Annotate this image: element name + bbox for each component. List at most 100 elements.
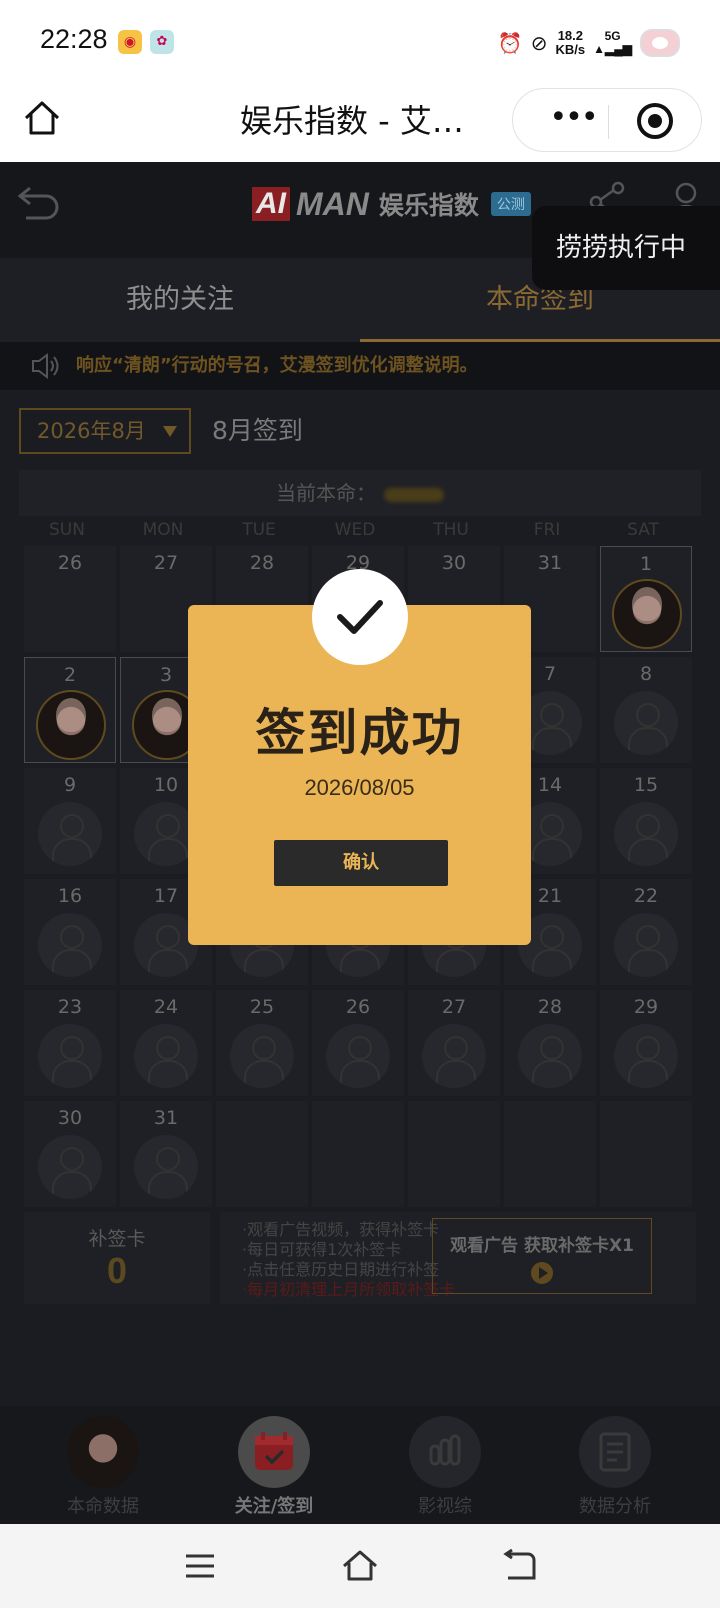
app-logo: AI MAN 娱乐指数 公测: [252, 182, 531, 226]
avatar-placeholder-icon: [230, 1024, 294, 1088]
tabbar-label: 数据分析: [579, 1496, 651, 1517]
status-time: 22:28: [40, 24, 108, 54]
avatar-placeholder-icon: [38, 913, 102, 977]
calendar-day-cell: [600, 1101, 692, 1207]
avatar-placeholder-icon: [38, 1135, 102, 1199]
avatar-placeholder-icon: [134, 1024, 198, 1088]
back-icon[interactable]: [16, 182, 60, 226]
rules-list: ·观看广告视频，获得补签卡 ·每日可获得1次补签卡 ·点击任意历史日期进行补签 …: [242, 1220, 455, 1300]
rule-item: ·点击任意历史日期进行补签: [242, 1260, 440, 1279]
day-number: 1: [639, 553, 653, 575]
idol-avatar: [36, 690, 106, 760]
calendar-day-cell[interactable]: 23: [24, 990, 116, 1096]
day-number: 26: [345, 996, 371, 1018]
calendar-day-cell[interactable]: 29: [600, 990, 692, 1096]
tabbar-film-variety[interactable]: 影视综: [360, 1406, 530, 1524]
avatar-placeholder-icon: [518, 1024, 582, 1088]
calendar-day-cell[interactable]: 28: [504, 990, 596, 1096]
more-menu-icon[interactable]: •••: [543, 103, 603, 139]
calendar-day-cell[interactable]: 22: [600, 879, 692, 985]
app-content: AI MAN 娱乐指数 公测 捞捞执行中 我的关注 本命签到 响应“清朗”行动的…: [0, 162, 720, 1524]
play-icon: [531, 1262, 553, 1284]
calendar-day-cell[interactable]: 31: [120, 1101, 212, 1207]
capsule-divider: [608, 105, 609, 139]
system-nav-bar: [0, 1524, 720, 1608]
back-nav-icon[interactable]: [500, 1546, 540, 1586]
bottom-tab-bar: 本命数据 关注/签到 影视综 数据分析: [0, 1406, 720, 1524]
month-select-value: 2026年8月: [37, 419, 146, 443]
tabbar-label: 关注/签到: [234, 1496, 314, 1517]
idol-avatar: [612, 579, 682, 649]
tab-following[interactable]: 我的关注: [0, 258, 360, 342]
calendar-day-cell[interactable]: 27: [408, 990, 500, 1096]
calendar-day-cell[interactable]: 30: [24, 1101, 116, 1207]
calendar-day-cell[interactable]: 24: [120, 990, 212, 1096]
makeup-card-title: 补签卡: [88, 1228, 146, 1250]
calendar-day-cell[interactable]: 2: [24, 657, 116, 763]
idol-avatar-icon: [67, 1416, 139, 1488]
weekday-label: WED: [334, 520, 376, 540]
calendar-day-cell[interactable]: 9: [24, 768, 116, 874]
day-number: 15: [633, 774, 659, 796]
watch-ad-button[interactable]: 观看广告 获取补签卡X1: [432, 1218, 652, 1294]
weekday-label: THU: [433, 520, 469, 540]
logo-text: 娱乐指数: [378, 191, 479, 220]
day-number: 31: [153, 1107, 179, 1129]
document-icon: [579, 1416, 651, 1488]
makeup-card-count: 0: [106, 1250, 128, 1291]
day-number: 22: [633, 885, 659, 907]
day-number: 28: [537, 996, 563, 1018]
calendar-day-cell[interactable]: 8: [600, 657, 692, 763]
day-number: 24: [153, 996, 179, 1018]
day-number: 31: [537, 552, 563, 574]
month-select[interactable]: 2026年8月: [19, 408, 191, 454]
home-icon[interactable]: [22, 98, 62, 138]
rule-item: ·观看广告视频，获得补签卡: [242, 1220, 440, 1239]
calendar-day-cell[interactable]: 26: [312, 990, 404, 1096]
calendar-day-cell[interactable]: 25: [216, 990, 308, 1096]
beta-badge: 公测: [490, 192, 531, 216]
eye-off-icon: ⊘: [530, 32, 548, 55]
menu-icon[interactable]: [180, 1546, 220, 1586]
calendar-day-cell: [312, 1101, 404, 1207]
day-number: 30: [57, 1107, 83, 1129]
calendar-day-cell[interactable]: 15: [600, 768, 692, 874]
day-number: 25: [249, 996, 275, 1018]
close-miniprogram-icon[interactable]: [637, 103, 673, 139]
avatar-placeholder-icon: [326, 1024, 390, 1088]
weekday-label: MON: [142, 520, 184, 540]
app-notification-icon: ✿: [150, 30, 174, 54]
logo-ai: AI: [252, 187, 290, 221]
day-number: 26: [57, 552, 83, 574]
weibo-notification-icon: ◉: [118, 30, 142, 54]
tabbar-label: 本命数据: [67, 1496, 139, 1517]
net-speed: 18.2 KB/s: [555, 28, 586, 57]
avatar-placeholder-icon: [422, 1024, 486, 1088]
notice-banner[interactable]: 响应“清朗”行动的号召，艾漫签到优化调整说明。: [0, 342, 720, 390]
dialog-title: 签到成功: [255, 704, 464, 762]
checkin-success-dialog: 签到成功 2026/08/05 确认: [188, 569, 531, 945]
calendar-day-cell[interactable]: 1: [600, 546, 692, 652]
status-bar: 22:28 ◉ ✿ ⏰ ⊘ 18.2 KB/s 5G ▲▂▄▆: [0, 0, 720, 82]
weekday-header: SUN MON TUE WED THU FRI SAT: [19, 520, 701, 546]
day-number: 23: [57, 996, 83, 1018]
avatar-placeholder-icon: [134, 1135, 198, 1199]
tabbar-follow-checkin[interactable]: 关注/签到: [189, 1406, 359, 1524]
home-nav-icon[interactable]: [340, 1546, 380, 1586]
avatar-placeholder-icon: [614, 1024, 678, 1088]
weekday-label: SUN: [49, 520, 85, 540]
weekday-label: SAT: [627, 520, 659, 540]
dropdown-arrow-icon: [163, 426, 177, 437]
calendar-day-cell[interactable]: 26: [24, 546, 116, 652]
tabbar-idol-data[interactable]: 本命数据: [18, 1406, 188, 1524]
tabbar-label: 影视综: [418, 1496, 472, 1517]
calendar-day-cell: [504, 1101, 596, 1207]
watch-ad-label: 观看广告 获取补签卡X1: [450, 1236, 634, 1256]
avatar-placeholder-icon: [614, 691, 678, 755]
makeup-rules: ·观看广告视频，获得补签卡 ·每日可获得1次补签卡 ·点击任意历史日期进行补签 …: [220, 1212, 696, 1304]
calendar-day-cell[interactable]: 16: [24, 879, 116, 985]
tabbar-data-analysis[interactable]: 数据分析: [530, 1406, 700, 1524]
confirm-button[interactable]: 确认: [274, 840, 448, 886]
bar-chart-icon: [409, 1416, 481, 1488]
calendar-check-icon: [238, 1416, 310, 1488]
